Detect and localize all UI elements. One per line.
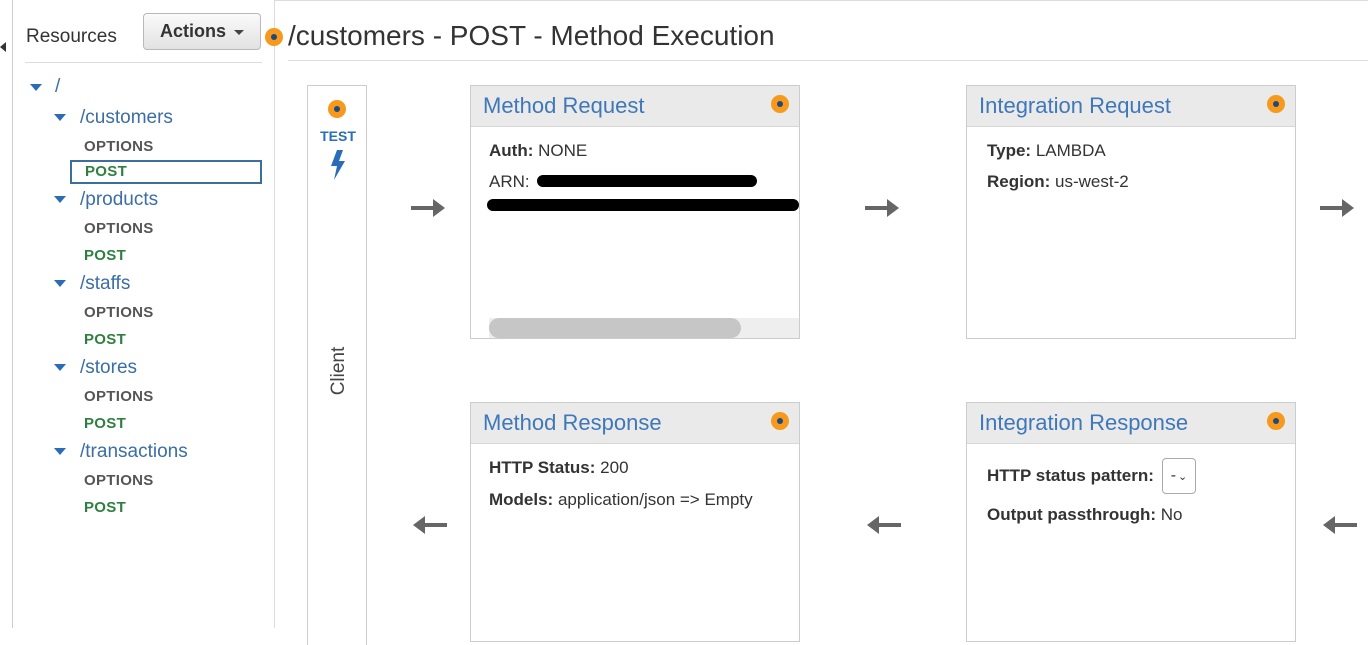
type-row: Type: LAMBDA (987, 141, 1106, 160)
method-post[interactable]: POST (85, 163, 127, 180)
integration-request-box: Integration Request Type: LAMBDA Region:… (966, 85, 1296, 339)
box-header: Method Request (471, 86, 799, 127)
method-post[interactable]: POST (84, 331, 126, 348)
top-rule (275, 0, 1368, 1)
collapse-arrow-icon[interactable] (0, 42, 6, 52)
resources-title: Resources (26, 26, 117, 47)
models-value: application/json => Empty (557, 490, 753, 509)
arrow-right-icon (1320, 199, 1354, 217)
models-row: Models: application/json => Empty (489, 490, 753, 509)
method-options[interactable]: OPTIONS (84, 472, 154, 489)
arn-label: ARN: (489, 172, 530, 191)
resource-stores[interactable]: /stores (80, 357, 137, 379)
title-rule (288, 60, 1368, 61)
type-value: LAMBDA (1035, 141, 1106, 160)
arrow-left-icon (1323, 516, 1357, 534)
auth-row: Auth: NONE (489, 141, 588, 160)
resource-staffs[interactable]: /staffs (80, 273, 130, 295)
method-post[interactable]: POST (84, 415, 126, 432)
tree-root[interactable]: / (55, 76, 60, 98)
region-row: Region: us-west-2 (987, 172, 1129, 191)
redaction-mark (487, 199, 799, 211)
method-response-link[interactable]: Method Response (483, 410, 662, 436)
resource-customers[interactable]: /customers (80, 107, 173, 129)
status-pattern-label: HTTP status pattern: (987, 466, 1154, 485)
test-link[interactable]: TEST (307, 128, 369, 144)
resource-transactions[interactable]: /transactions (80, 441, 188, 463)
arrow-right-icon (411, 199, 445, 217)
integration-request-link[interactable]: Integration Request (979, 93, 1171, 119)
method-options[interactable]: OPTIONS (84, 304, 154, 321)
region-value: us-west-2 (1055, 172, 1129, 191)
status-pattern-value: - (1170, 467, 1177, 484)
divider (25, 62, 262, 63)
passthrough-value: No (1160, 505, 1183, 524)
actions-button[interactable]: Actions (143, 13, 261, 50)
http-status-row: HTTP Status: 200 (489, 458, 629, 477)
info-dot-icon[interactable] (1267, 95, 1285, 113)
actions-label: Actions (159, 21, 226, 41)
chevron-down-icon: ⌄ (1178, 471, 1188, 483)
expand-caret-icon[interactable] (30, 84, 42, 91)
expand-caret-icon[interactable] (54, 114, 66, 121)
method-post[interactable]: POST (84, 247, 126, 264)
info-dot-icon[interactable] (1267, 412, 1285, 430)
expand-caret-icon[interactable] (54, 364, 66, 371)
box-header: Integration Request (967, 86, 1295, 127)
panel-divider (274, 0, 275, 628)
method-post[interactable]: POST (84, 499, 126, 516)
arrow-right-icon (865, 199, 899, 217)
expand-caret-icon[interactable] (54, 196, 66, 203)
box-header: Integration Response (967, 403, 1295, 444)
expand-caret-icon[interactable] (54, 448, 66, 455)
caret-down-icon (234, 29, 244, 35)
info-dot-icon[interactable] (771, 95, 789, 113)
method-options[interactable]: OPTIONS (84, 220, 154, 237)
page-title: /customers - POST - Method Execution (288, 20, 775, 51)
method-request-box: Method Request Auth: NONE ARN: (470, 85, 800, 339)
arrow-left-icon (413, 516, 447, 534)
arrow-left-icon (867, 516, 901, 534)
info-dot-icon[interactable] (771, 412, 789, 430)
passthrough-row: Output passthrough: No (987, 505, 1183, 524)
lightning-bolt-icon[interactable] (329, 150, 347, 180)
client-label: Client (328, 346, 349, 396)
redaction-mark (537, 175, 757, 187)
method-options[interactable]: OPTIONS (84, 138, 154, 155)
integration-response-link[interactable]: Integration Response (979, 410, 1188, 436)
method-options[interactable]: OPTIONS (84, 388, 154, 405)
http-status-value: 200 (600, 458, 629, 477)
info-dot-icon[interactable] (265, 28, 283, 46)
expand-caret-icon[interactable] (54, 280, 66, 287)
status-pattern-select[interactable]: - ⌄ (1162, 458, 1196, 494)
scrollbar-thumb[interactable] (489, 318, 741, 338)
method-response-box: Method Response HTTP Status: 200 Models:… (470, 402, 800, 642)
auth-value: NONE (538, 141, 588, 160)
info-dot-icon[interactable] (328, 100, 346, 118)
resource-products[interactable]: /products (80, 189, 158, 211)
box-header: Method Response (471, 403, 799, 444)
collapse-strip[interactable] (0, 0, 13, 628)
integration-response-box: Integration Response HTTP status pattern… (966, 402, 1296, 642)
method-request-link[interactable]: Method Request (483, 93, 644, 119)
